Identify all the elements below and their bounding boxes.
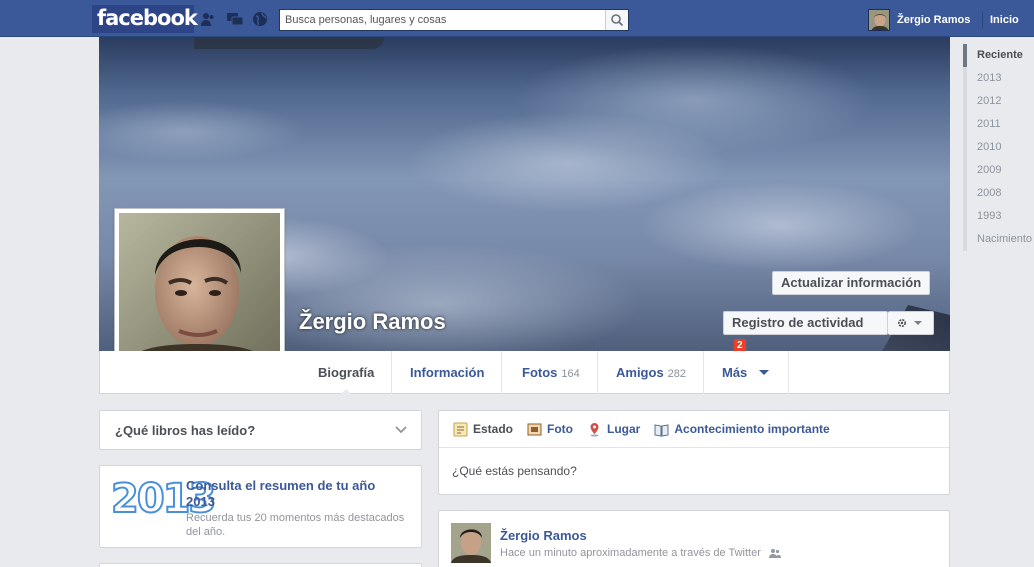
gear-icon xyxy=(898,319,922,328)
timeline-post: Žergio Ramos Hace un minuto aproximadame… xyxy=(438,510,950,567)
composer-actions: Estado Foto Lugar Acontecimiento importa… xyxy=(439,411,949,448)
books-question-card[interactable]: ¿Qué libros has leído? xyxy=(99,410,422,450)
profile-name[interactable]: Žergio Ramos xyxy=(299,309,446,335)
post-author-avatar[interactable] xyxy=(451,523,491,563)
friends-audience-icon[interactable] xyxy=(768,548,781,558)
avatar xyxy=(868,9,890,31)
update-info-button[interactable]: Actualizar información xyxy=(772,271,931,295)
map-pin-icon xyxy=(590,422,599,436)
composer-status-tab[interactable]: Estado xyxy=(453,422,513,437)
composer-photo-tab[interactable]: Foto xyxy=(527,422,573,437)
tab-fotos[interactable]: Fotos 164 xyxy=(505,351,598,394)
composer-action-label: Foto xyxy=(547,422,574,436)
tab-amigos[interactable]: Amigos 282 xyxy=(599,351,705,394)
timeline-nav-2010[interactable]: 2010 xyxy=(963,136,1023,159)
timeline-year-nav: Reciente 2013 2012 2011 2010 2009 2008 1… xyxy=(963,44,1032,251)
status-icon xyxy=(453,422,468,436)
profile-tabs: Biografía Información Fotos 164 Amigos 282… xyxy=(99,351,950,395)
chevron-down-icon[interactable] xyxy=(395,426,407,434)
timeline-nav-reciente[interactable]: Reciente xyxy=(963,44,1023,67)
divider xyxy=(982,11,983,29)
tab-count: 282 xyxy=(667,368,687,380)
timeline-nav-1993[interactable]: 1993 xyxy=(963,205,1023,228)
composer-action-label: Lugar xyxy=(607,422,641,436)
tab-label: Información xyxy=(410,365,485,380)
settings-dropdown-button[interactable] xyxy=(888,311,934,335)
timeline-nav-nacimiento[interactable]: Nacimiento xyxy=(963,228,1032,251)
search-icon xyxy=(611,14,624,27)
composer-action-label: Acontecimiento importante xyxy=(674,422,830,436)
chevron-down-icon xyxy=(758,370,769,375)
tab-mas[interactable]: Más xyxy=(705,351,789,394)
life-event-icon xyxy=(654,423,669,437)
activity-log-button[interactable]: Registro de actividad 2 xyxy=(723,311,888,351)
timeline-nav-2011[interactable]: 2011 xyxy=(963,113,1023,136)
profile-photo xyxy=(119,213,280,374)
tab-informacion[interactable]: Información xyxy=(393,351,503,394)
next-card xyxy=(99,563,422,567)
airplane-wing xyxy=(194,37,384,49)
search-button[interactable] xyxy=(605,10,628,30)
post-author-name[interactable]: Žergio Ramos xyxy=(500,528,587,543)
user-name: Žergio Ramos xyxy=(897,14,971,26)
timeline-nav-2013[interactable]: 2013 xyxy=(963,67,1023,90)
year-in-review-subtitle: Recuerda tus 20 momentos más destacados … xyxy=(186,512,405,538)
post-timestamp[interactable]: Hace un minuto aproximadamente a través … xyxy=(500,547,761,559)
facebook-logo[interactable]: facebook xyxy=(92,5,198,33)
tab-label: Amigos xyxy=(616,365,664,380)
status-composer: Estado Foto Lugar Acontecimiento importa… xyxy=(438,410,950,495)
timeline-nav-2009[interactable]: 2009 xyxy=(963,159,1023,182)
composer-input[interactable]: ¿Qué estás pensando? xyxy=(452,464,577,478)
post-meta: Hace un minuto aproximadamente a través … xyxy=(500,547,781,559)
friend-requests-icon[interactable] xyxy=(200,11,216,27)
tab-label: Fotos xyxy=(522,365,558,380)
activity-count-badge: 2 xyxy=(734,339,746,351)
photo-icon xyxy=(527,423,542,435)
tab-count: 164 xyxy=(561,368,580,380)
year-in-review-title[interactable]: Consulta el resumen de tu año 2013 xyxy=(186,478,406,510)
top-bar: facebook Žergio Ramos Inicio xyxy=(0,0,1034,37)
tab-label: Más xyxy=(722,365,748,380)
timeline-nav-2012[interactable]: 2012 xyxy=(963,90,1023,113)
search-input[interactable] xyxy=(280,10,605,30)
timeline-nav-2008[interactable]: 2008 xyxy=(963,182,1023,205)
search-box xyxy=(279,9,629,31)
messages-icon[interactable] xyxy=(226,11,244,27)
composer-life-event-tab[interactable]: Acontecimiento importante xyxy=(654,422,830,437)
activity-log-label: Registro de actividad xyxy=(732,315,864,330)
composer-place-tab[interactable]: Lugar xyxy=(587,422,640,437)
tab-label: Biografía xyxy=(318,365,375,380)
year-in-review-card[interactable]: 2013 Consulta el resumen de tu año 2013 … xyxy=(99,465,422,548)
user-profile-link[interactable]: Žergio Ramos xyxy=(868,9,970,31)
notifications-globe-icon[interactable] xyxy=(252,11,268,27)
tab-biografia[interactable]: Biografía xyxy=(301,351,393,395)
home-link[interactable]: Inicio xyxy=(990,14,1019,26)
books-question: ¿Qué libros has leído? xyxy=(115,423,256,438)
composer-action-label: Estado xyxy=(473,422,514,436)
